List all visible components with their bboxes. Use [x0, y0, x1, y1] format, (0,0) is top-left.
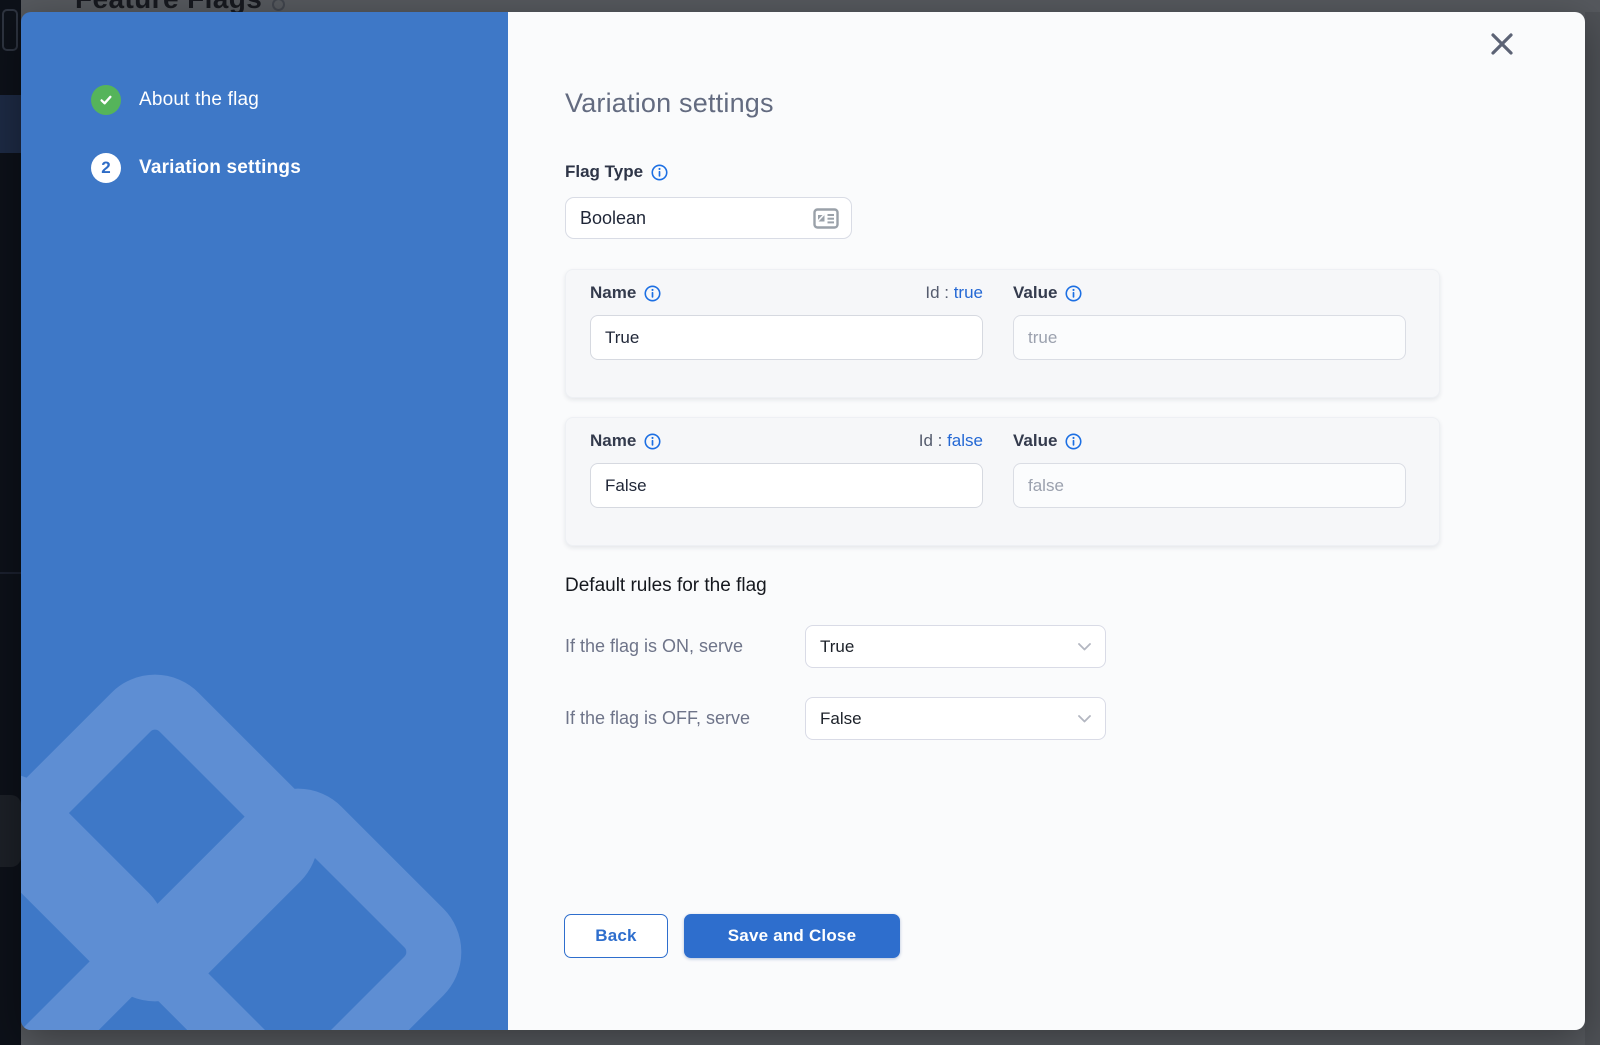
sidebar-divider: [0, 572, 21, 574]
info-icon[interactable]: [644, 285, 661, 302]
value-label: Value: [1013, 283, 1082, 303]
screen: Feature Flags: [0, 0, 1600, 1045]
save-and-close-button[interactable]: Save and Close: [684, 914, 900, 958]
close-button[interactable]: [1488, 30, 1516, 58]
info-icon[interactable]: [651, 164, 668, 181]
info-icon[interactable]: [1065, 285, 1082, 302]
background-right-edge: [1585, 0, 1600, 1045]
flag-type-label: Flag Type: [565, 162, 1585, 182]
variation-id: Id : true: [925, 283, 983, 303]
type-select-icon: [813, 208, 839, 229]
panel-title: Variation settings: [565, 88, 1585, 119]
rule-off-label: If the flag is OFF, serve: [565, 708, 805, 729]
chevron-down-icon: [1078, 643, 1091, 651]
value-label-text: Value: [1013, 283, 1057, 303]
step-label: Variation settings: [139, 157, 301, 179]
variation-value-input[interactable]: [1013, 463, 1406, 508]
flag-type-value: Boolean: [580, 208, 646, 229]
id-label: Id :: [925, 283, 949, 302]
name-label-text: Name: [590, 431, 636, 451]
variation-header: Value: [1013, 282, 1406, 304]
info-icon[interactable]: [1065, 433, 1082, 450]
back-button[interactable]: Back: [564, 914, 668, 958]
rule-on-dropdown[interactable]: True: [805, 625, 1106, 668]
info-icon[interactable]: [644, 433, 661, 450]
variation-header: Value: [1013, 430, 1406, 452]
rule-row-on: If the flag is ON, serve True: [565, 625, 1585, 668]
id-value: true: [954, 283, 983, 302]
variation-card-true: Name Id : true: [565, 269, 1440, 398]
id-value: false: [947, 431, 983, 450]
background-page-title: Feature Flags: [75, 0, 262, 12]
step-variation-settings[interactable]: 2 Variation settings: [91, 153, 508, 183]
wizard-actions: Back Save and Close: [564, 914, 900, 958]
variation-name-input[interactable]: [590, 315, 983, 360]
variation-header: Name Id : false: [590, 430, 983, 452]
rule-off-dropdown[interactable]: False: [805, 697, 1106, 740]
variation-value-input[interactable]: [1013, 315, 1406, 360]
value-label-text: Value: [1013, 431, 1057, 451]
app-logo-outline: [2, 9, 18, 51]
sidebar-active-item: [0, 95, 21, 153]
flag-type-label-text: Flag Type: [565, 162, 643, 182]
name-label-text: Name: [590, 283, 636, 303]
step-about-the-flag[interactable]: About the flag: [91, 85, 508, 115]
wizard-sidebar: About the flag 2 Variation settings: [21, 12, 508, 1030]
variation-card-false: Name Id : false: [565, 417, 1440, 546]
default-rules-heading: Default rules for the flag: [565, 575, 1585, 597]
step-complete-check-icon: [91, 85, 121, 115]
step-label: About the flag: [139, 89, 259, 111]
close-icon: [1489, 31, 1515, 57]
rule-on-label: If the flag is ON, serve: [565, 636, 805, 657]
info-icon: [272, 0, 285, 11]
sidebar-item-highlight: [0, 795, 21, 867]
chevron-down-icon: [1078, 715, 1091, 723]
variation-settings-panel: Variation settings Flag Type Boolean: [508, 12, 1585, 1030]
flag-wizard-modal: About the flag 2 Variation settings Vari…: [21, 12, 1585, 1030]
name-label: Name: [590, 431, 661, 451]
id-label: Id :: [919, 431, 943, 450]
background-page-header: Feature Flags: [21, 0, 1600, 12]
rule-row-off: If the flag is OFF, serve False: [565, 697, 1585, 740]
wizard-steps: About the flag 2 Variation settings: [21, 12, 508, 183]
step-number-badge: 2: [91, 153, 121, 183]
flag-type-select[interactable]: Boolean: [565, 197, 852, 239]
rule-on-value: True: [820, 637, 854, 657]
variation-name-input[interactable]: [590, 463, 983, 508]
value-label: Value: [1013, 431, 1082, 451]
variation-id: Id : false: [919, 431, 983, 451]
background-title-wrap: Feature Flags: [75, 0, 285, 12]
name-label: Name: [590, 283, 661, 303]
rule-off-value: False: [820, 709, 862, 729]
background-app-sidebar: [0, 0, 21, 1045]
variation-header: Name Id : true: [590, 282, 983, 304]
